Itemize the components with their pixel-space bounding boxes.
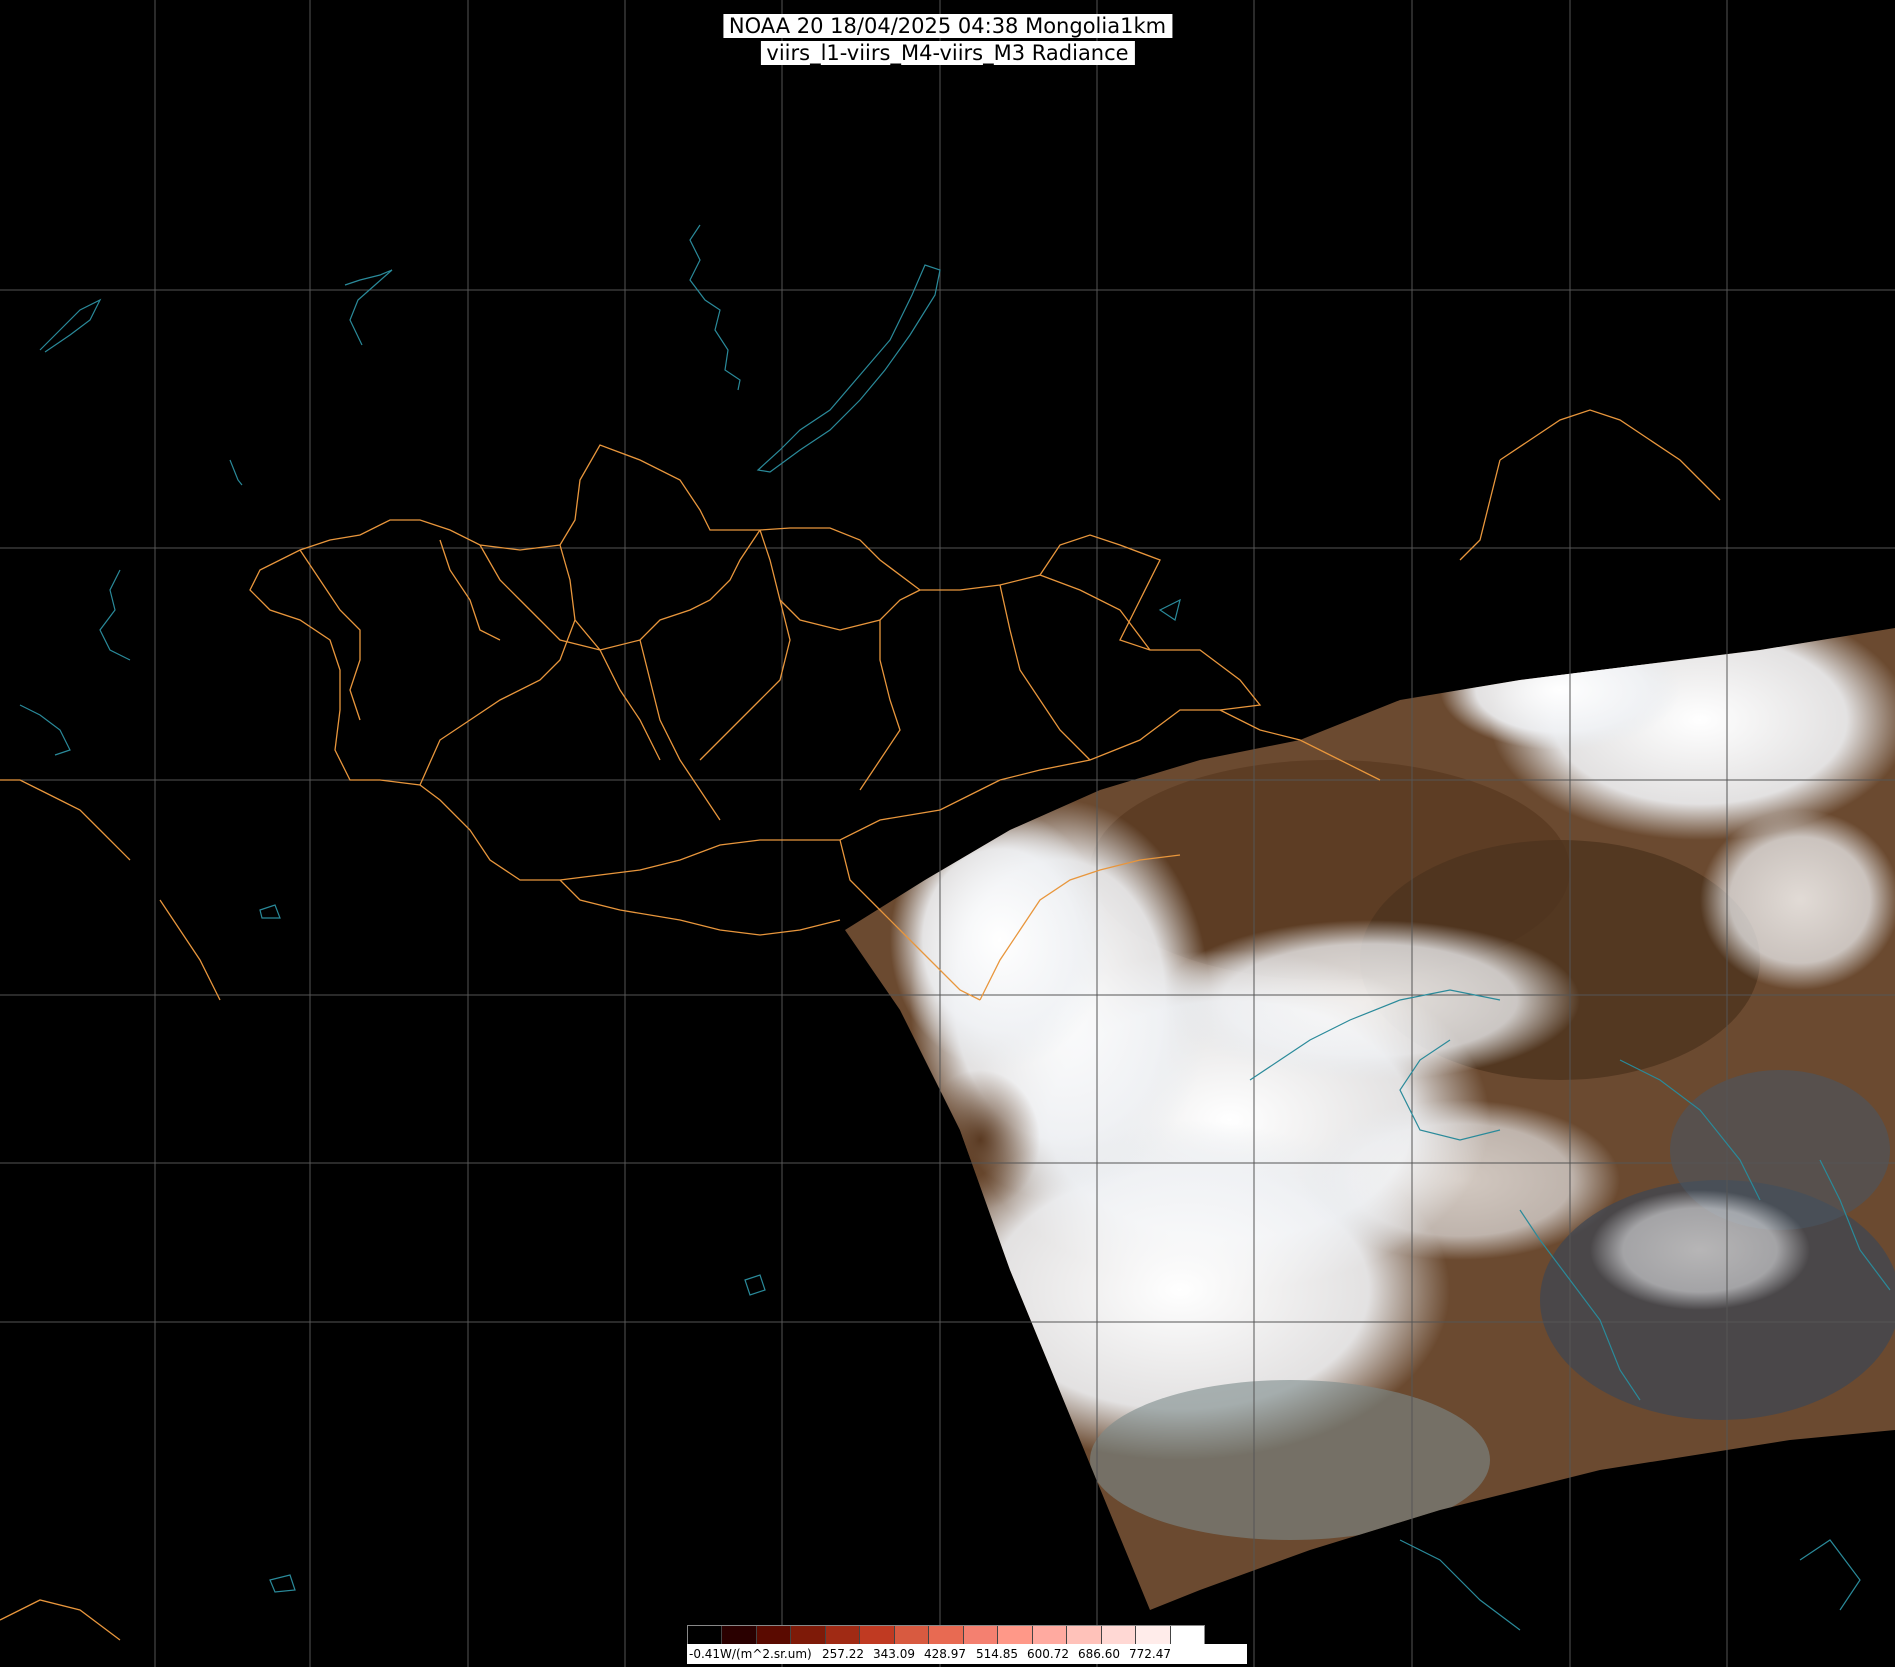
colorbar-segment: [688, 1626, 723, 1644]
colorbar: [687, 1625, 1205, 1645]
colorbar-segment: [791, 1626, 826, 1644]
satellite-map: [0, 0, 1895, 1667]
image-title-line2: viirs_l1-viirs_M4-viirs_M3 Radiance: [760, 41, 1135, 65]
colorbar-segment: [722, 1626, 757, 1644]
colorbar-segment: [1032, 1626, 1068, 1644]
colorbar-tick-label: 257.22: [822, 1647, 864, 1661]
colorbar-segment: [963, 1626, 999, 1644]
colorbar-tick-label: 686.60: [1078, 1647, 1120, 1661]
image-title-line1: NOAA 20 18/04/2025 04:38 Mongolia1km: [722, 14, 1173, 38]
colorbar-segment: [929, 1626, 964, 1644]
colorbar-segment: [1170, 1626, 1205, 1644]
colorbar-segment: [860, 1626, 895, 1644]
colorbar-segment: [998, 1626, 1033, 1644]
colorbar-segment: [1136, 1626, 1171, 1644]
colorbar-unit-label: -0.41W/(m^2.sr.um): [689, 1647, 812, 1661]
colorbar-segment: [1067, 1626, 1102, 1644]
colorbar-tick-label: 514.85: [976, 1647, 1018, 1661]
colorbar-segment: [825, 1626, 861, 1644]
satellite-swath: [845, 628, 1895, 1610]
colorbar-labels: -0.41W/(m^2.sr.um) 257.22 343.09 428.97 …: [687, 1644, 1247, 1664]
colorbar-tick-label: 600.72: [1027, 1647, 1069, 1661]
colorbar-tick-label: 428.97: [924, 1647, 966, 1661]
colorbar-segment: [894, 1626, 930, 1644]
colorbar-tick-label: 343.09: [873, 1647, 915, 1661]
colorbar-segment: [756, 1626, 792, 1644]
colorbar-tick-label: 772.47: [1129, 1647, 1171, 1661]
colorbar-segment: [1101, 1626, 1137, 1644]
